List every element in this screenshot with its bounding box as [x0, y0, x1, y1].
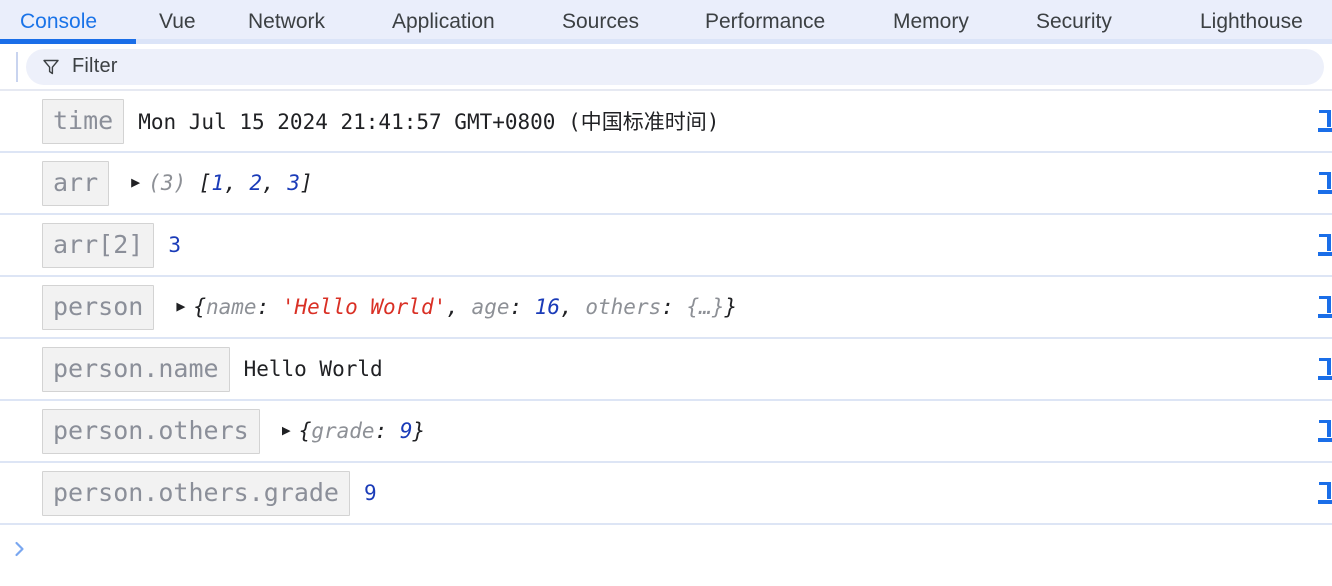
console-row: person.name Hello World — [0, 339, 1332, 401]
funnel-icon — [43, 59, 59, 74]
value-token: [ — [186, 171, 212, 195]
filter-placeholder: Filter — [72, 55, 118, 77]
value-token: others — [585, 295, 662, 319]
value-token: ] — [299, 171, 313, 195]
console-row-label: arr[2] — [42, 222, 155, 268]
console-row: arr ▶ (3) [1, 2, 3] — [0, 153, 1332, 215]
value-token: : — [374, 419, 400, 443]
value-token: 2 — [249, 171, 263, 195]
value-token: , — [560, 295, 586, 319]
source-link-icon[interactable] — [1318, 480, 1332, 506]
console-row: person.others.grade 9 — [0, 463, 1332, 525]
devtools-tab-bar: Console Vue Network Application Sources Perfo… — [0, 0, 1332, 44]
value-token: : — [661, 295, 687, 319]
value-token: (3) — [148, 171, 187, 195]
expand-triangle-icon[interactable]: ▶ — [131, 173, 140, 191]
tab-security[interactable]: Security — [1036, 0, 1112, 44]
value-token: 9 — [399, 419, 413, 443]
value-text: Mon Jul 15 2024 21:41:57 GMT+0800 (中国标准时… — [138, 110, 720, 134]
console-row-value: ▶ (3) [1, 2, 3] — [131, 171, 312, 195]
console-row-value: 3 — [168, 233, 181, 257]
console-row: person.others ▶ {grade: 9} — [0, 401, 1332, 463]
tab-application[interactable]: Application — [392, 0, 495, 44]
console-row: arr[2] 3 — [0, 215, 1332, 277]
source-link-icon[interactable] — [1318, 170, 1332, 196]
console-row-value: Hello World — [244, 357, 383, 381]
filter-input[interactable]: Filter — [26, 48, 1324, 85]
value-token: {…} — [686, 295, 725, 319]
expand-triangle-icon[interactable]: ▶ — [176, 297, 185, 315]
source-link-icon[interactable] — [1318, 294, 1332, 320]
value-token: { — [298, 419, 312, 443]
console-row-value: ▶ {grade: 9} — [282, 419, 426, 443]
tab-performance[interactable]: Performance — [705, 0, 825, 44]
source-link-icon[interactable] — [1318, 418, 1332, 444]
tab-vue[interactable]: Vue — [159, 0, 196, 44]
filter-divider — [16, 51, 18, 82]
source-link-icon[interactable] — [1318, 356, 1332, 382]
value-token: age — [471, 295, 510, 319]
value-text: 9 — [363, 481, 377, 505]
console-row: person ▶ {name: 'Hello World', age: 16, ot… — [0, 277, 1332, 339]
value-token: , — [224, 171, 250, 195]
value-token: 16 — [534, 295, 561, 319]
value-token: : — [256, 295, 282, 319]
console-row-label: arr — [42, 160, 110, 206]
tab-sources[interactable]: Sources — [562, 0, 639, 44]
tab-console[interactable]: Console — [20, 0, 97, 44]
value-token: } — [724, 295, 738, 319]
console-row-value: Mon Jul 15 2024 21:41:57 GMT+0800 (中国标准时… — [138, 106, 719, 136]
value-token: 'Hello World' — [281, 295, 447, 319]
console-row-label: person.others.grade — [42, 470, 350, 516]
source-link-icon[interactable] — [1318, 108, 1332, 134]
console-output-list: time Mon Jul 15 2024 21:41:57 GMT+0800 (中… — [0, 91, 1332, 525]
value-text: Hello World — [243, 357, 383, 381]
value-token: { — [193, 295, 206, 319]
console-row-value: 9 — [364, 481, 377, 505]
console-row-value: ▶ {name: 'Hello World', age: 16, others: … — [176, 295, 737, 319]
value-text: 3 — [168, 233, 181, 257]
value-token: : — [509, 295, 535, 319]
console-prompt-row[interactable] — [0, 525, 1332, 573]
tab-memory[interactable]: Memory — [893, 0, 969, 44]
value-token: grade — [311, 419, 375, 443]
console-row-label: person.name — [42, 346, 230, 392]
console-row-label: person — [42, 284, 155, 330]
value-token: 3 — [287, 171, 300, 195]
tab-lighthouse[interactable]: Lighthouse — [1200, 0, 1303, 44]
console-filter-bar: Filter — [0, 44, 1332, 91]
console-row-label: time — [42, 98, 125, 144]
value-token: 1 — [211, 171, 225, 195]
expand-triangle-icon[interactable]: ▶ — [282, 421, 291, 439]
tab-network[interactable]: Network — [248, 0, 325, 44]
value-token: , — [446, 295, 472, 319]
console-row-label: person.others — [42, 408, 260, 454]
console-row: time Mon Jul 15 2024 21:41:57 GMT+0800 (中… — [0, 91, 1332, 153]
value-token: , — [262, 171, 288, 195]
value-token: name — [206, 295, 257, 319]
chevron-right-icon — [15, 541, 24, 557]
value-token: } — [412, 419, 426, 443]
source-link-icon[interactable] — [1318, 232, 1332, 258]
